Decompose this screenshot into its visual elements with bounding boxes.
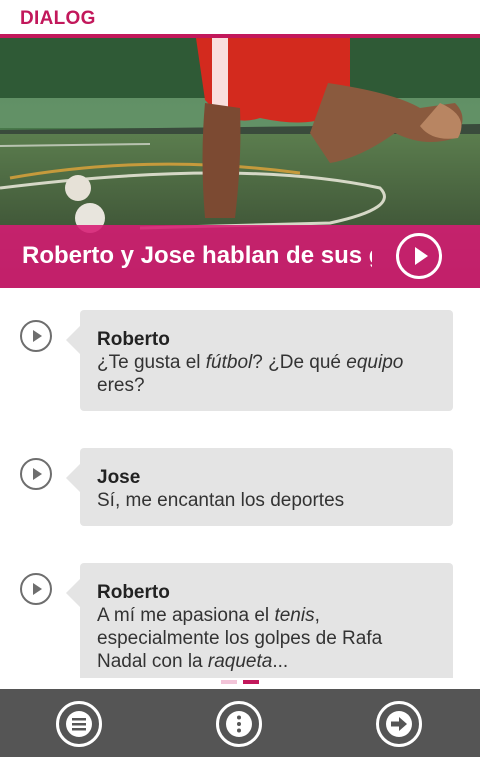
menu-button[interactable] bbox=[56, 701, 102, 747]
page-indicator bbox=[221, 680, 261, 686]
message-segment: ? ¿De qué bbox=[252, 352, 347, 373]
speech-bubble: Jose Sí, me encantan los deportes bbox=[66, 448, 453, 526]
play-icon bbox=[33, 583, 42, 595]
speech-bubble: Roberto A mí me apasiona el tenis, espec… bbox=[66, 563, 453, 678]
speaker-name: Roberto bbox=[97, 582, 170, 603]
message-text: A mí me apasiona el tenis, especialmente… bbox=[97, 604, 437, 673]
message-segment: ... bbox=[272, 651, 289, 672]
bottom-action-bar bbox=[0, 689, 480, 757]
dialog-list: Roberto ¿Te gusta el fútbol? ¿De qué equ… bbox=[0, 288, 480, 678]
lesson-title: Roberto y Jose hablan de sus gustos bbox=[22, 242, 372, 269]
app-title: DIALOG bbox=[20, 8, 96, 29]
speech-bubble: Roberto ¿Te gusta el fútbol? ¿De qué equ… bbox=[66, 310, 453, 411]
speaker-name: Jose bbox=[97, 467, 141, 488]
page-dot-1[interactable] bbox=[221, 680, 237, 684]
message-segment: ¿Te gusta el bbox=[97, 352, 206, 373]
message-segment: eres? bbox=[97, 375, 145, 396]
play-icon bbox=[33, 468, 42, 480]
play-icon bbox=[33, 330, 42, 342]
play-line-button[interactable] bbox=[20, 573, 52, 605]
play-line-button[interactable] bbox=[20, 458, 52, 490]
app-bar: DIALOG bbox=[0, 0, 480, 38]
play-lesson-button[interactable] bbox=[396, 233, 442, 279]
menu-icon bbox=[66, 711, 92, 737]
play-line-button[interactable] bbox=[20, 320, 52, 352]
speaker-name: Roberto bbox=[97, 329, 170, 350]
emphasized-word: raqueta bbox=[207, 651, 273, 672]
lesson-banner: Roberto y Jose hablan de sus gustos bbox=[0, 225, 480, 288]
more-vertical-icon bbox=[226, 711, 252, 737]
message-segment: A mí me apasiona el bbox=[97, 605, 275, 626]
emphasized-word: tenis bbox=[274, 605, 315, 626]
message-text: ¿Te gusta el fútbol? ¿De qué equipo eres… bbox=[97, 351, 437, 397]
hero-image: Roberto y Jose hablan de sus gustos bbox=[0, 38, 480, 288]
play-icon bbox=[415, 247, 428, 265]
message-segment: Sí, me encantan los deportes bbox=[97, 490, 345, 511]
page-dot-2-active[interactable] bbox=[243, 680, 259, 684]
emphasized-word: equipo bbox=[346, 352, 404, 373]
emphasized-word: fútbol bbox=[205, 352, 253, 373]
next-button[interactable] bbox=[376, 701, 422, 747]
next-arrow-icon bbox=[386, 711, 412, 737]
more-options-button[interactable] bbox=[216, 701, 262, 747]
message-text: Sí, me encantan los deportes bbox=[97, 489, 437, 512]
